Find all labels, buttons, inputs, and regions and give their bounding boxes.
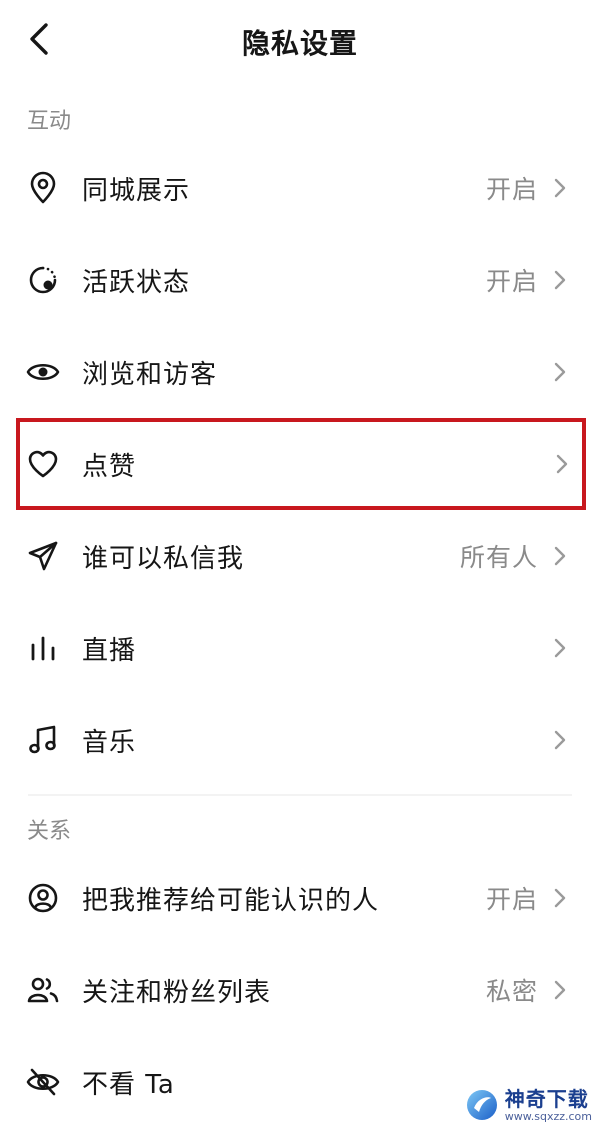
settings-row-label: 谁可以私信我 [82, 543, 245, 574]
heart-icon [26, 447, 60, 481]
section-header-interaction: 互动 [27, 109, 72, 134]
settings-row-value: 所有人 [459, 543, 538, 572]
chevron-right-icon [552, 978, 568, 1002]
site-watermark: 神奇下载 www.sqxzz.com [465, 1088, 592, 1122]
settings-row-value: 开启 [485, 175, 538, 204]
settings-row-views-visitors[interactable]: 浏览和访客 [0, 326, 600, 418]
privacy-settings-page: 隐私设置 互动 同城展示 开启 活跃状态 开启 浏览和访客 点赞 谁可以私信我 … [0, 0, 600, 1130]
settings-row-direct-message[interactable]: 谁可以私信我 所有人 [0, 510, 600, 602]
settings-row-label: 浏览和访客 [82, 359, 218, 390]
chevron-right-icon [552, 886, 568, 910]
settings-row-label: 音乐 [82, 727, 137, 758]
settings-row-value: 开启 [485, 267, 538, 296]
settings-row-label: 把我推荐给可能认识的人 [82, 885, 380, 916]
settings-row-likes[interactable]: 点赞 [16, 418, 586, 510]
settings-row-local-display[interactable]: 同城展示 开启 [0, 142, 600, 234]
settings-row-label: 活跃状态 [82, 267, 191, 298]
settings-row-value: 私密 [485, 977, 538, 1006]
settings-row-follow-list[interactable]: 关注和粉丝列表 私密 [0, 944, 600, 1036]
section-header-relationship: 关系 [27, 819, 72, 844]
chevron-right-icon [552, 636, 568, 660]
watermark-url: www.sqxzz.com [504, 1109, 592, 1123]
settings-row-label: 直播 [82, 635, 137, 666]
paper-plane-icon [26, 539, 60, 573]
eye-icon [26, 355, 60, 389]
live-bars-icon [26, 631, 60, 665]
header: 隐私设置 [0, 0, 600, 82]
user-circle-icon [26, 881, 60, 915]
settings-row-active-status[interactable]: 活跃状态 开启 [0, 234, 600, 326]
active-status-icon [26, 263, 60, 297]
settings-row-music[interactable]: 音乐 [0, 694, 600, 786]
music-note-icon [26, 723, 60, 757]
chevron-right-icon [552, 544, 568, 568]
settings-row-recommend-me[interactable]: 把我推荐给可能认识的人 开启 [0, 852, 600, 944]
site-logo-icon [466, 1090, 497, 1120]
chevron-right-icon [552, 268, 568, 292]
chevron-right-icon [552, 176, 568, 200]
settings-row-value: 开启 [485, 885, 538, 914]
chevron-right-icon [552, 360, 568, 384]
eye-off-icon [26, 1065, 60, 1099]
watermark-name: 神奇下载 [504, 1086, 589, 1111]
chevron-right-icon [552, 728, 568, 752]
chevron-right-icon [554, 452, 570, 476]
settings-row-label: 点赞 [82, 451, 137, 482]
settings-row-live[interactable]: 直播 [0, 602, 600, 694]
users-icon [26, 973, 60, 1007]
section-divider [28, 794, 572, 796]
page-title: 隐私设置 [241, 27, 358, 60]
settings-row-label: 同城展示 [82, 175, 191, 206]
settings-row-label: 关注和粉丝列表 [82, 977, 272, 1008]
location-pin-icon [26, 171, 60, 205]
